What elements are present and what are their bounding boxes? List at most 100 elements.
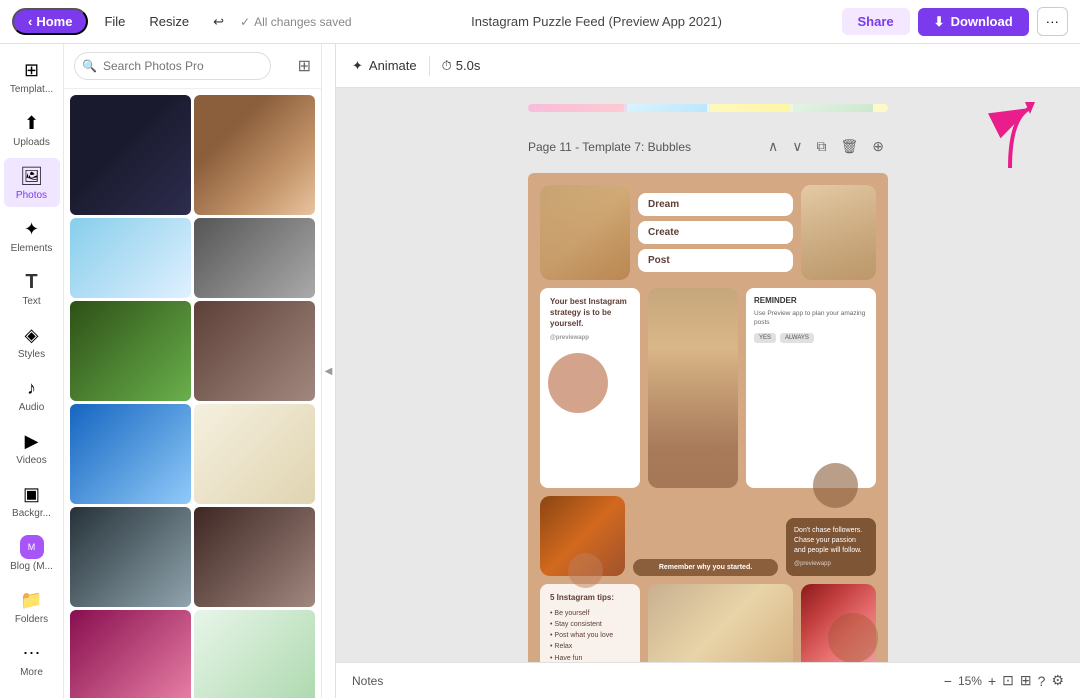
more-options-button[interactable]: ··· [1037, 7, 1068, 36]
pink-arrow-annotation [980, 98, 1040, 183]
canvas-area: ✦ Animate ⏱ 5.0s [336, 44, 1080, 698]
more-icon: ⋯ [20, 641, 44, 665]
sidebar-item-folders[interactable]: 📁 Folders [4, 582, 60, 631]
zoom-in-button[interactable]: + [988, 673, 996, 689]
sidebar-item-more[interactable]: ⋯ More [4, 635, 60, 684]
sidebar-item-blog[interactable]: M Blog (M... [4, 529, 60, 578]
sidebar-item-background[interactable]: ▣ Backgr... [4, 476, 60, 525]
background-icon: ▣ [20, 482, 44, 506]
search-bar: 🔍 ⊞ [64, 44, 321, 89]
photo-item[interactable] [194, 301, 315, 401]
create-label[interactable]: Create [638, 221, 793, 244]
share-button[interactable]: Share [842, 8, 910, 35]
sidebar-item-templates[interactable]: ⊞ Templat... [4, 52, 60, 101]
collapse-icon: ◀ [323, 366, 334, 377]
left-sidebar: ⊞ Templat... ⬆ Uploads 🖼 Photos ✦ Elemen… [0, 44, 64, 698]
zoom-out-button[interactable]: − [944, 673, 952, 689]
photo-item[interactable] [194, 610, 315, 698]
hide-panel-button[interactable]: ◀ [322, 44, 336, 698]
timer-label: 5.0s [456, 58, 481, 73]
dream-label[interactable]: Dream [638, 193, 793, 216]
zoom-controls: − 15% + ⊡ ⊞ ? ⚙ [944, 672, 1064, 689]
text-label: Text [22, 296, 40, 307]
more-label: More [20, 667, 43, 678]
tips-box[interactable]: 5 Instagram tips: • Be yourself • Stay c… [540, 584, 640, 662]
animate-button[interactable]: ✦ Animate [352, 58, 417, 74]
folders-icon: 📁 [20, 588, 44, 612]
reminder-buttons: YES ALWAYS [754, 333, 868, 343]
photo-woman-outdoor[interactable] [648, 584, 793, 662]
post-label[interactable]: Post [638, 249, 793, 272]
file-button[interactable]: File [96, 10, 133, 33]
photo-item[interactable] [70, 507, 191, 607]
page11-template[interactable]: Dream Create Post Your best Instagram st… [528, 173, 888, 662]
grid-view-button[interactable]: ⊞ [1020, 672, 1032, 689]
sidebar-item-text[interactable]: T Text [4, 264, 60, 313]
ellipsis-icon: ··· [1046, 14, 1059, 29]
reminder-body: Use Preview app to plan your amazing pos… [754, 309, 868, 327]
background-label: Backgr... [12, 508, 51, 519]
photo-main-woman[interactable] [648, 288, 738, 488]
row-1: Dream Create Post [540, 185, 876, 280]
notes-button[interactable]: Notes [352, 674, 383, 688]
sidebar-item-photos[interactable]: 🖼 Photos [4, 158, 60, 207]
elements-icon: ✦ [20, 217, 44, 241]
sidebar-item-styles[interactable]: ◈ Styles [4, 317, 60, 366]
zoom-level: 15% [958, 674, 982, 688]
photo-item[interactable] [70, 95, 191, 215]
sidebar-item-uploads[interactable]: ⬆ Uploads [4, 105, 60, 154]
sidebar-item-elements[interactable]: ✦ Elements [4, 211, 60, 260]
sidebar-item-audio[interactable]: ♪ Audio [4, 370, 60, 419]
resize-button[interactable]: Resize [141, 10, 197, 33]
home-button[interactable]: ‹ Home [12, 8, 88, 35]
reminder-always-button[interactable]: ALWAYS [780, 333, 814, 343]
undo-button[interactable]: ↩ [205, 10, 232, 34]
settings-button[interactable]: ⚙ [1051, 672, 1064, 689]
page11-header: Page 11 - Template 7: Bubbles ∧ ∨ ⧉ 🗑 ⊕ [528, 136, 888, 157]
toolbar-separator [429, 56, 430, 76]
photo-item[interactable] [70, 301, 191, 401]
download-button[interactable]: ⬇ Download [918, 8, 1029, 36]
styles-icon: ◈ [20, 323, 44, 347]
page-down-button[interactable]: ∨ [788, 136, 806, 157]
photo-item[interactable] [194, 507, 315, 607]
page-copy-button[interactable]: ⧉ [812, 136, 830, 157]
photo-item[interactable] [194, 95, 315, 215]
remember-box[interactable]: Remember why you started. [633, 559, 778, 576]
blog-icon: M [20, 535, 44, 559]
photo-item[interactable] [194, 404, 315, 504]
templates-label: Templat... [10, 84, 53, 95]
search-input[interactable] [74, 52, 271, 80]
fit-page-button[interactable]: ⊡ [1002, 672, 1014, 689]
photo-item[interactable] [70, 218, 191, 298]
sidebar-item-videos[interactable]: ▶ Videos [4, 423, 60, 472]
animate-icon: ✦ [352, 58, 363, 74]
page-up-button[interactable]: ∧ [764, 136, 782, 157]
page-delete-button[interactable]: 🗑 [836, 136, 862, 157]
photo-couple[interactable] [540, 185, 630, 280]
templates-icon: ⊞ [20, 58, 44, 82]
elements-label: Elements [11, 243, 53, 254]
saved-status: ✓ All changes saved [240, 15, 351, 29]
decor-blob-3 [568, 553, 603, 588]
top-preview-strip [528, 104, 888, 112]
uploads-label: Uploads [13, 137, 50, 148]
photo-item[interactable] [70, 404, 191, 504]
filter-button[interactable]: ⊞ [298, 56, 311, 76]
canvas-scroll[interactable]: Page 11 - Template 7: Bubbles ∧ ∨ ⧉ 🗑 ⊕ [336, 88, 1080, 662]
reminder-box[interactable]: REMINDER Use Preview app to plan your am… [746, 288, 876, 488]
timer-button[interactable]: ⏱ 5.0s [442, 58, 481, 74]
help-button[interactable]: ? [1038, 673, 1046, 689]
audio-icon: ♪ [20, 376, 44, 400]
photo-item[interactable] [194, 218, 315, 298]
photos-label: Photos [16, 190, 47, 201]
decor-blob-4 [828, 613, 878, 662]
page-more-button[interactable]: ⊕ [868, 136, 888, 157]
photo-item[interactable] [70, 610, 191, 698]
main-content: ⊞ Templat... ⬆ Uploads 🖼 Photos ✦ Elemen… [0, 44, 1080, 698]
chevron-left-icon: ‹ [28, 14, 32, 29]
reminder-yes-button[interactable]: YES [754, 333, 776, 343]
chase-box[interactable]: Don't chase followers. Chase your passio… [786, 518, 876, 576]
photo-woman-reading[interactable] [801, 185, 876, 280]
tips-body: • Be yourself • Stay consistent • Post w… [550, 608, 630, 662]
